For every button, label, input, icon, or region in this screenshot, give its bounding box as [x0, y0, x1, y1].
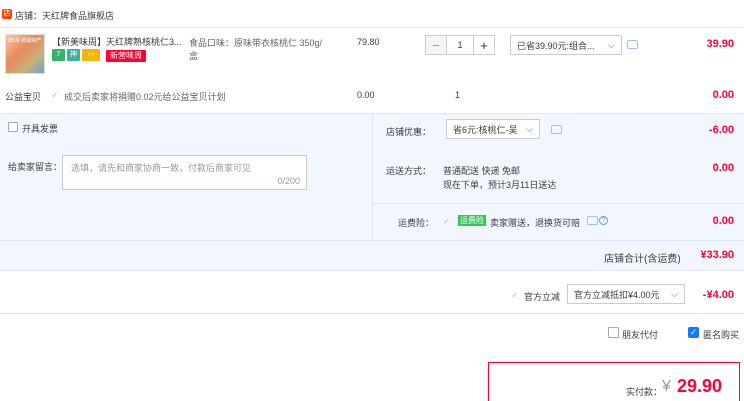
chat-icon[interactable] — [627, 40, 638, 49]
chat-icon[interactable] — [587, 216, 598, 225]
official-label: 官方立减 — [524, 292, 561, 302]
promo-tag: 新营味周 — [106, 50, 146, 62]
product-thumbnail[interactable]: 3/5月 新疆特产 — [5, 34, 45, 74]
official-discount-value: 官方立减抵扣¥4.00元 — [574, 289, 660, 300]
shop-discount-value: 省6元:核桃仁-吴 — [453, 124, 518, 135]
charity-quantity: 1 — [455, 90, 461, 100]
decrease-button[interactable]: − — [426, 36, 446, 54]
product-spec: 食品口味：原味带衣核桃仁 350g/盒 — [189, 38, 323, 61]
product-title[interactable]: 【新美味周】天红牌熟核桃仁3... — [52, 35, 182, 48]
message-counter: 0/200 — [277, 176, 300, 186]
chevron-down-icon: ⌵ — [608, 39, 615, 50]
header-divider — [0, 27, 744, 28]
thumbnail-text: 3/5月 新疆特产 — [8, 38, 42, 44]
official-discount-select[interactable]: 官方立减抵扣¥4.00元 ⌵ — [567, 284, 685, 304]
invoice-checkbox[interactable] — [8, 122, 18, 132]
anonymous-label[interactable]: 匿名购买 — [703, 328, 739, 341]
shipping-eta: 现在下单，预计3月11日送达 — [443, 180, 557, 190]
message-label: 给卖家留言： — [8, 162, 63, 172]
charity-check-icon: ✓ — [51, 90, 59, 100]
shop-total-label: 店铺合计(含运费) — [604, 254, 681, 265]
message-placeholder: 选填，请先和商家协商一致，付款后商家可见 — [71, 163, 252, 173]
chat-icon[interactable] — [551, 125, 562, 134]
shop-discount-amount: -6.00 — [708, 124, 734, 136]
panel-bottom-divider — [0, 270, 744, 271]
unit-price: 79.80 — [357, 37, 380, 47]
insurance-text: 卖家赠送，退换货可赔 — [490, 218, 581, 228]
credit-card-icon: ▭ — [82, 49, 100, 61]
friend-pay-label[interactable]: 朋友代付 — [622, 328, 658, 341]
insurance-tag: 运费险 — [458, 215, 486, 226]
shop-discount-label: 店铺优惠： — [386, 127, 432, 137]
official-amount: -¥4.00 — [702, 289, 734, 301]
product-discount-select[interactable]: 已省39.90元:组合... ⌵ — [510, 35, 622, 55]
product-tag-7: 7 — [52, 49, 65, 61]
pay-amount: 29.90 — [677, 376, 723, 396]
insurance-label: 运费险： — [398, 218, 435, 228]
panel-vertical-divider — [372, 113, 373, 240]
shop-icon: 店 — [2, 9, 12, 19]
friend-pay-checkbox[interactable] — [608, 327, 619, 338]
shipping-amount: 0.00 — [712, 162, 734, 174]
quantity-value[interactable]: 1 — [446, 36, 474, 54]
shipping-label: 运送方式： — [386, 166, 432, 176]
official-divider — [0, 313, 744, 314]
insurance-amount: 0.00 — [712, 215, 734, 227]
charity-text: 成交后卖家将捐赠0.02元给公益宝贝计划 — [64, 92, 226, 102]
product-tag-shen: 神 — [67, 49, 80, 61]
shop-total-amount: ¥33.90 — [700, 249, 734, 261]
official-check-icon: ✓ — [511, 290, 519, 300]
charity-amount: 0.00 — [712, 89, 734, 101]
help-icon[interactable]: ? — [599, 216, 608, 225]
shop-discount-select[interactable]: 省6元:核桃仁-吴 ⌵ — [446, 119, 540, 139]
pay-currency: ¥ — [662, 378, 671, 395]
insurance-check-icon: ✓ — [443, 216, 451, 226]
charity-label: 公益宝贝 — [5, 92, 42, 102]
shipping-method: 普通配送 快递 免邮 — [443, 166, 521, 176]
invoice-label[interactable]: 开具发票 — [22, 122, 58, 135]
charity-price: 0.00 — [357, 90, 375, 100]
pay-label: 实付款： — [626, 387, 663, 397]
chevron-down-icon: ⌵ — [526, 123, 533, 134]
shop-name[interactable]: 店铺：天红牌食品旗舰店 — [15, 9, 114, 22]
product-discount-value: 已省39.90元:组合... — [517, 40, 595, 51]
message-input[interactable]: 选填，请先和商家协商一致，付款后商家可见 0/200 — [62, 155, 307, 190]
total-divider — [0, 240, 744, 241]
anonymous-checkbox[interactable]: ✓ — [688, 327, 699, 338]
product-amount: 39.90 — [706, 38, 734, 50]
increase-button[interactable]: + — [474, 36, 494, 54]
quantity-stepper[interactable]: − 1 + — [425, 35, 495, 55]
insurance-divider — [373, 203, 744, 204]
chevron-down-icon: ⌵ — [671, 288, 678, 299]
